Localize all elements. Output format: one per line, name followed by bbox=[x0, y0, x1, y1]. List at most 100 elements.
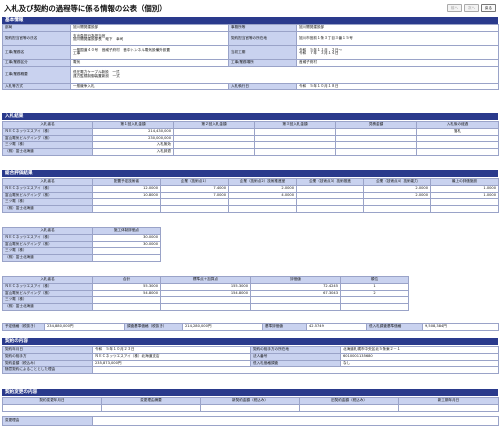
score-cell: 2.0000 bbox=[228, 184, 297, 193]
total-cell: 55.3000 bbox=[92, 282, 161, 291]
table-row: 三ツ電（株） 入札無効 bbox=[2, 141, 499, 150]
base-eval-label: 基準評価値 bbox=[262, 323, 307, 331]
score-cell bbox=[296, 205, 364, 213]
score-cell bbox=[430, 205, 499, 213]
spacer bbox=[409, 283, 499, 290]
bid-amount-1: 214,430,000 bbox=[92, 127, 174, 136]
bid-result-header: 第１回入札金額 bbox=[92, 121, 174, 129]
bidder-name: 三ツ電（株） bbox=[2, 247, 93, 256]
spacer bbox=[161, 234, 499, 241]
score-cell bbox=[363, 198, 431, 207]
table-row: ＮＥＣネッツエスアイ（株） 12.0000 7.4000 2.0000 2.00… bbox=[2, 184, 499, 193]
bidder-name: （株）富士北海道 bbox=[2, 254, 93, 262]
bidder-name: ＮＥＣネッツエスアイ（株） bbox=[2, 127, 93, 136]
eval-header: 標準点＋加算点 bbox=[160, 276, 251, 284]
score-cell: 4.0000 bbox=[228, 191, 297, 200]
back-button[interactable]: 戻る bbox=[481, 4, 496, 12]
next-button[interactable]: 次へ bbox=[464, 4, 479, 12]
table-row: （株）富士北海道 bbox=[2, 205, 499, 213]
change-cell bbox=[101, 403, 201, 412]
work-place-value: 音威子府村 bbox=[296, 58, 499, 67]
eval-header: 企業（技術点1） bbox=[160, 178, 229, 186]
bid-amount-2 bbox=[173, 141, 255, 150]
bid-amount-3 bbox=[254, 134, 336, 143]
score-cell: 30.0000 bbox=[92, 240, 161, 249]
basic-info-table: 部局 旭川開発建設部 事務所等 旭川開発建設部 契約担当官等の氏名 支出負担行為… bbox=[2, 24, 499, 91]
standard-plus-cell: 154.8000 bbox=[160, 289, 251, 298]
overview-line-2: 遠方監視制御装置新設 一式 bbox=[73, 73, 120, 78]
bidder-name: 富山電気ビルデイング（株） bbox=[2, 240, 93, 249]
bid-result-table: 入札者名 第１回入札金額 第２回入札金額 第３回入札金額 見積金額 入札後の経過… bbox=[2, 121, 499, 156]
bidder-name: （株）富士北海道 bbox=[2, 303, 93, 311]
standard-plus-cell: 155.3000 bbox=[160, 282, 251, 291]
change-cell bbox=[200, 403, 300, 412]
official-line-2: 旭川開発建設部長 蛭下 幸司 bbox=[73, 37, 124, 42]
low-bid-price-label: 低入札調査基準価格 bbox=[366, 323, 423, 331]
party-label: 契約の相手方 bbox=[2, 352, 93, 361]
eval-header: 入札者名 bbox=[2, 227, 93, 235]
change-table: 契約変更年月日 変更理由摘要 新契約金額（税込み） 旧契約金額（税込み） 新工期… bbox=[2, 397, 499, 412]
score-cell bbox=[296, 184, 364, 193]
bid-outcome bbox=[416, 134, 499, 143]
table-row bbox=[2, 403, 499, 412]
change-header: 変更理由摘要 bbox=[101, 397, 201, 405]
score-cell: 7.4000 bbox=[160, 184, 229, 193]
table-row: 三ツ電（株） bbox=[2, 198, 499, 207]
table-row: （株）富士北海道 bbox=[2, 303, 499, 311]
section-basic-header: 基本情報 bbox=[2, 17, 498, 24]
spacer bbox=[161, 228, 499, 235]
bid-result-header: 入札後の経過 bbox=[416, 121, 499, 129]
bid-result-header: 入札者名 bbox=[2, 121, 93, 129]
work-name-value: 一般国道４０号 音威子府村 音中トンネル電気設備外設置 工事 bbox=[70, 44, 229, 60]
section-contract-header: 契約の内容 bbox=[2, 338, 498, 345]
score-cell: 7.0000 bbox=[160, 191, 229, 200]
official-label: 契約担当官等の氏名 bbox=[2, 30, 71, 46]
work-name-line-2: 工事 bbox=[73, 51, 81, 56]
eval-header: 配置予定技術者 bbox=[92, 178, 161, 186]
bid-method-value: 一般競争入札 bbox=[70, 82, 229, 91]
contract-date-label: 契約年月日 bbox=[2, 346, 93, 354]
eval-header: 順位 bbox=[340, 276, 409, 284]
low-bid-price-value: 9,508,384円 bbox=[422, 323, 499, 331]
prev-button[interactable]: 前へ bbox=[447, 4, 462, 12]
estimate-amount bbox=[335, 148, 417, 156]
change-header: 新工期年月日 bbox=[398, 397, 499, 405]
eval-header: 評価値 bbox=[250, 276, 341, 284]
score-cell bbox=[92, 205, 161, 213]
bid-amount-3 bbox=[254, 127, 336, 136]
section-result-header: 入札結果 bbox=[2, 113, 498, 120]
eval-header: 入札者名 bbox=[2, 178, 93, 186]
bidder-name: 三ツ電（株） bbox=[2, 296, 93, 305]
office-label: 事務所等 bbox=[228, 24, 297, 32]
table-row: ＮＥＣネッツエスアイ（株） 55.3000 155.3000 72.4245 1 bbox=[2, 282, 499, 291]
bid-result-header: 見積金額 bbox=[335, 121, 417, 129]
bid-amount-1: 230,000,000 bbox=[92, 134, 174, 143]
bid-date-label: 入札執行日 bbox=[228, 82, 297, 91]
total-cell: 54.8000 bbox=[92, 289, 161, 298]
total-score-table: 入札者名 合計 標準点＋加算点 評価値 順位 ＮＥＣネッツエスアイ（株） 55.… bbox=[2, 276, 499, 311]
low-survey-value: なし bbox=[340, 359, 499, 368]
bid-outcome bbox=[416, 141, 499, 150]
score-cell bbox=[296, 198, 364, 207]
spacer bbox=[409, 304, 499, 311]
eval-header: 入札者名 bbox=[2, 276, 93, 284]
title-bar: 入札及び契約の過程等に係る情報の公表（個別） 前へ 次へ 戻る bbox=[2, 2, 498, 16]
bid-amount-2 bbox=[173, 127, 255, 136]
bidder-name: 富山電気ビルデイング（株） bbox=[2, 191, 93, 200]
bidder-name: ＮＥＣネッツエスアイ（株） bbox=[2, 233, 93, 242]
dept-value: 旭川開発建設部 bbox=[70, 24, 229, 32]
change-reason-value bbox=[92, 416, 499, 426]
spacer bbox=[161, 255, 499, 262]
spacer bbox=[161, 248, 499, 255]
table-row: 富山電気ビルデイング（株） 54.8000 154.8000 67.3043 2 bbox=[2, 289, 499, 298]
score-cell: 1.0000 bbox=[430, 184, 499, 193]
corp-number-value: 6010001135680 bbox=[340, 352, 499, 361]
score-cell bbox=[92, 198, 161, 207]
office-value: 旭川開発建設部 bbox=[296, 24, 499, 32]
eval-header: 企業（技術点3）技術推進 bbox=[296, 178, 364, 186]
work-type-label: 工事/業務区分 bbox=[2, 58, 71, 67]
work-type-value: 電気 bbox=[70, 58, 229, 67]
eval-header: 最上の評価施設 bbox=[430, 178, 499, 186]
eval-header: 施工体制評価点 bbox=[92, 227, 161, 235]
spacer bbox=[409, 297, 499, 304]
